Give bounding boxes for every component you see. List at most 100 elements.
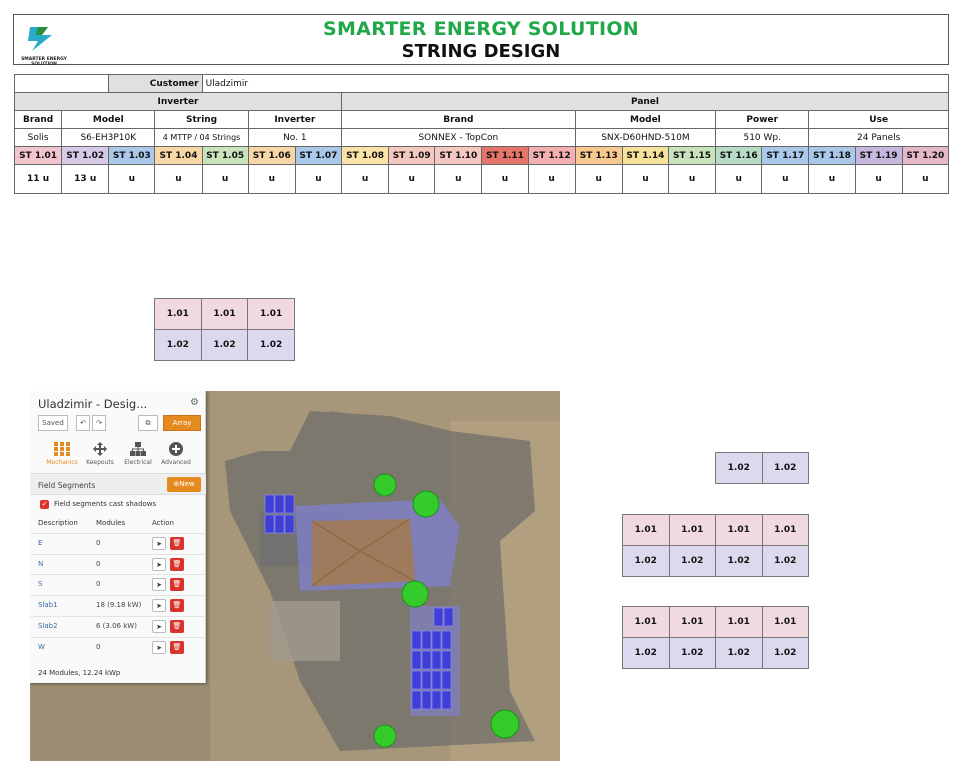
segment-description[interactable]: N (38, 560, 43, 568)
inverter-inverter-value: No. 1 (247, 128, 342, 147)
layout-cell: 1.02 (761, 637, 809, 669)
panel-use-header: Use (808, 110, 949, 129)
string-label: ST 1.06 (247, 146, 296, 165)
plus-circle-icon (169, 442, 183, 456)
panel-power-value: 510 Wp. (715, 128, 810, 147)
header-banner: SMARTER ENERGY SOLUTION SMARTER ENERGY S… (13, 14, 949, 67)
layout-cell: 1.01 (247, 298, 295, 330)
inverter-inverter-header: Inverter (247, 110, 342, 129)
design-panel: Uladzimir - Desig... ⚙ Saved ↶ ↷ ⧉ Array… (30, 391, 206, 683)
delete-icon[interactable]: 🗑 (170, 619, 184, 633)
string-label: ST 1.19 (854, 146, 903, 165)
string-module-count: u (247, 164, 296, 194)
string-module-count: u (854, 164, 903, 194)
string-module-count: u (901, 164, 950, 194)
string-module-count: u (388, 164, 436, 194)
move-icon (93, 442, 107, 456)
customer-label: Customer (108, 74, 203, 93)
delete-icon[interactable]: 🗑 (170, 599, 184, 613)
shadow-checkbox[interactable]: ✓ (40, 500, 49, 509)
layout-cell: 1.01 (715, 514, 763, 546)
layout-cell: 1.02 (715, 637, 763, 669)
string-module-count: u (481, 164, 529, 194)
layout-cell: 1.01 (622, 514, 670, 546)
tab-electrical[interactable]: Electrical (120, 441, 156, 466)
string-module-count: u (294, 164, 342, 194)
new-segment-button[interactable]: ⊕New (167, 477, 201, 492)
string-label: ST 1.05 (201, 146, 249, 165)
array-button[interactable]: Array (163, 415, 201, 431)
segment-row[interactable]: E 0 ➤ 🗑 (30, 533, 206, 553)
shadow-checkbox-label: Field segments cast shadows (54, 500, 157, 508)
locate-icon[interactable]: ➤ (152, 537, 166, 550)
string-module-count: u (527, 164, 576, 194)
string-label: ST 1.15 (667, 146, 717, 165)
string-module-count: 11 u (13, 164, 63, 194)
segment-modules: 0 (96, 539, 101, 547)
string-label: ST 1.10 (434, 146, 483, 165)
tab-advanced[interactable]: Advanced (158, 441, 194, 466)
string-label: ST 1.13 (574, 146, 623, 165)
string-design-table: Customer Uladzimir Inverter Panel Brand … (13, 74, 950, 194)
locate-icon[interactable]: ➤ (152, 557, 166, 571)
undo-icon[interactable]: ↶ (76, 415, 90, 431)
layout-cell: 1.01 (668, 606, 716, 638)
segment-modules: 0 (96, 580, 101, 589)
string-label: ST 1.18 (808, 146, 856, 165)
layout-cell: 1.01 (622, 606, 670, 638)
segment-modules: 0 (96, 642, 101, 651)
segment-description[interactable]: E (38, 539, 42, 547)
delete-icon[interactable]: 🗑 (170, 557, 184, 571)
locate-icon[interactable]: ➤ (152, 578, 166, 592)
string-module-count: u (715, 164, 763, 194)
segment-row[interactable]: Slab2 6 (3.06 kW) ➤ 🗑 (30, 615, 206, 636)
layout-cell: 1.02 (715, 545, 763, 577)
locate-icon[interactable]: ➤ (152, 599, 166, 613)
inverter-brand-value: Solis (13, 128, 63, 147)
locate-icon[interactable]: ➤ (152, 619, 166, 633)
page-subtitle: STRING DESIGN (401, 41, 561, 62)
layout-cell: 1.01 (668, 514, 716, 546)
saved-button[interactable]: Saved (38, 415, 68, 431)
panel-model-value: SNX-D60HND-510M (574, 128, 717, 147)
locate-icon[interactable]: ➤ (152, 640, 166, 654)
gear-icon[interactable]: ⚙ (190, 397, 199, 408)
inverter-section: Inverter (14, 92, 342, 111)
panel-brand-header: Brand (340, 110, 576, 129)
string-label: ST 1.03 (108, 146, 156, 165)
snapshot-icon[interactable]: ⧉ (138, 415, 158, 431)
string-label: ST 1.12 (527, 146, 576, 165)
segment-modules: 18 (9.18 kW) (96, 601, 142, 610)
delete-icon[interactable]: 🗑 (170, 537, 184, 550)
tab-keepouts[interactable]: Keepouts (82, 441, 118, 466)
tab-mechanics[interactable]: Mechanics (44, 441, 80, 466)
delete-icon[interactable]: 🗑 (170, 578, 184, 592)
string-label: ST 1.09 (388, 146, 436, 165)
delete-icon[interactable]: 🗑 (170, 640, 184, 654)
segment-description[interactable]: W (38, 643, 45, 651)
segment-row[interactable]: N 0 ➤ 🗑 (30, 553, 206, 574)
segment-row[interactable]: S 0 ➤ 🗑 (30, 574, 206, 594)
segment-description[interactable]: Slab1 (38, 601, 58, 609)
tab-keepouts-label: Keepouts (86, 459, 114, 466)
panel-section: Panel (340, 92, 950, 111)
redo-icon[interactable]: ↷ (92, 415, 106, 431)
string-module-count: u (154, 164, 203, 194)
string-module-count: u (108, 164, 156, 194)
string-layout-c: 1.01 1.01 1.01 1.01 1.02 1.02 1.02 1.02 (622, 514, 809, 577)
segment-description[interactable]: Slab2 (38, 622, 58, 630)
panel-brand-value: SONNEX - TopCon (340, 128, 576, 147)
string-label: ST 1.02 (61, 146, 110, 165)
layout-cell: 1.01 (715, 606, 763, 638)
site-design-screenshot: Uladzimir - Desig... ⚙ Saved ↶ ↷ ⧉ Array… (30, 391, 560, 761)
string-module-count: 13 u (61, 164, 110, 194)
segment-row[interactable]: Slab1 18 (9.18 kW) ➤ 🗑 (30, 595, 206, 615)
col-action: Action (152, 519, 174, 527)
string-label: ST 1.04 (154, 146, 203, 165)
string-label: ST 1.11 (481, 146, 529, 165)
segment-description[interactable]: S (38, 580, 42, 588)
string-layout-a: 1.01 1.01 1.01 1.02 1.02 1.02 (154, 298, 295, 361)
segment-row[interactable]: W 0 ➤ 🗑 (30, 636, 206, 657)
string-label: ST 1.16 (715, 146, 763, 165)
inverter-model-header: Model (61, 110, 156, 129)
